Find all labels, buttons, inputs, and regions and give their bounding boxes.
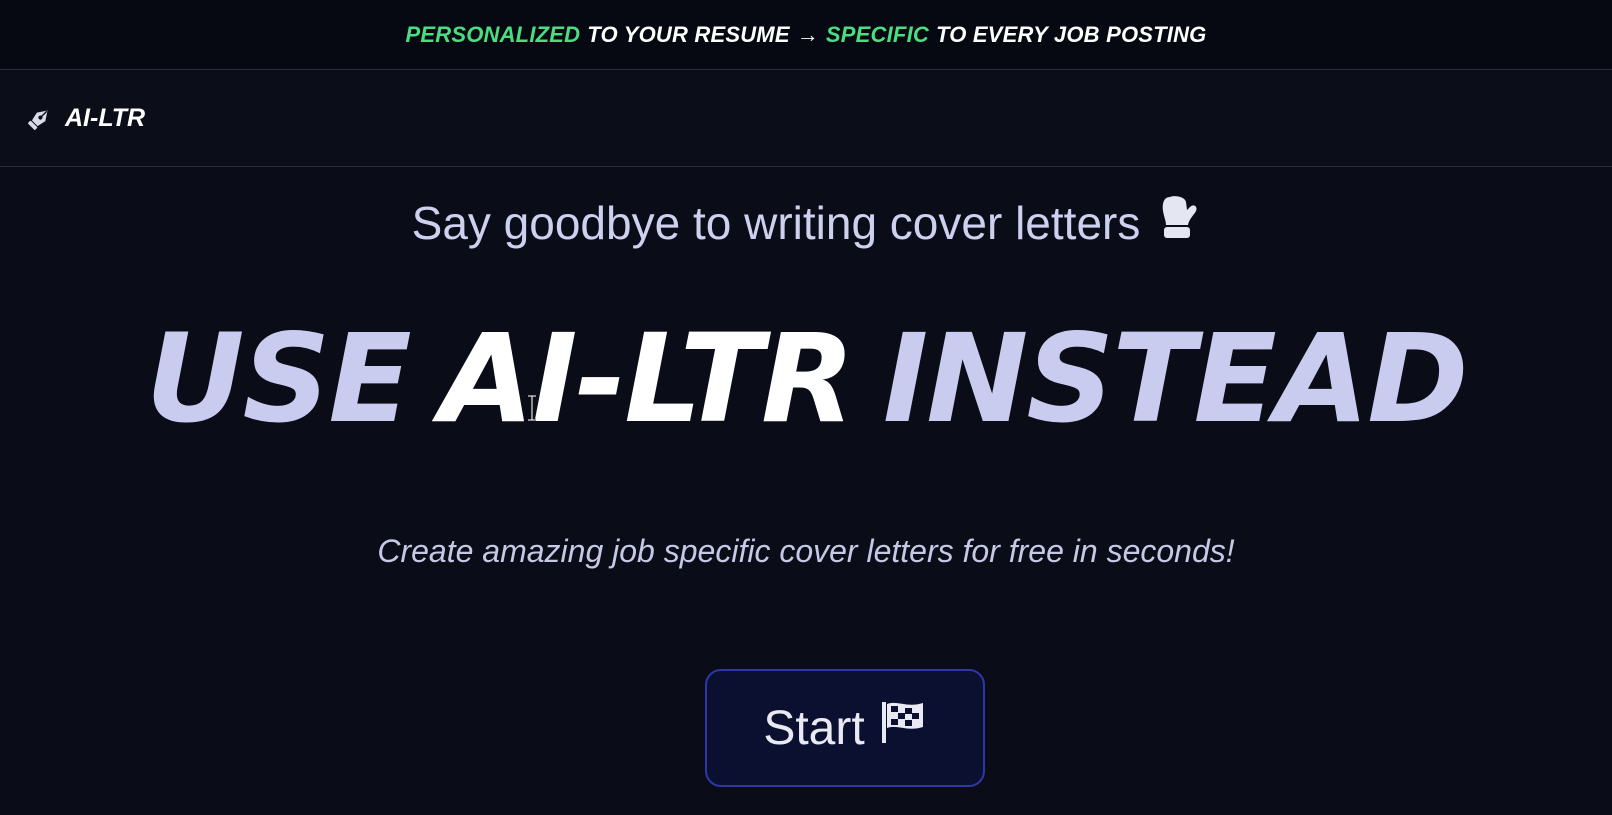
- headline-brand: AI-LTR: [439, 308, 855, 450]
- brand-name: AI-LTR: [65, 104, 146, 132]
- headline-use: USE: [145, 308, 411, 450]
- mitten-icon: [1158, 193, 1200, 252]
- text-cursor-icon: [526, 394, 538, 422]
- banner-highlight-specific: SPECIFIC: [825, 21, 929, 47]
- hero-subheading: Say goodbye to writing cover letters: [0, 196, 1612, 256]
- hero-section: Say goodbye to writing cover letters USE…: [0, 168, 1612, 815]
- top-banner: PERSONALIZED TO YOUR RESUME → SPECIFIC TO EV…: [0, 0, 1612, 70]
- pen-nib-icon: [25, 105, 53, 133]
- banner-text-resume: TO YOUR RESUME: [587, 21, 790, 47]
- start-button-label: Start: [763, 701, 865, 755]
- banner-text-job-posting: TO EVERY JOB POSTING: [935, 21, 1207, 47]
- headline-instead: INSTEAD: [882, 308, 1469, 450]
- banner-highlight-personalized: PERSONALIZED: [405, 21, 581, 47]
- subheading-text: Say goodbye to writing cover letters: [411, 197, 1141, 249]
- start-button[interactable]: Start: [705, 669, 985, 787]
- hero-tagline: Create amazing job specific cover letter…: [377, 533, 1235, 569]
- checkered-flag-icon: [879, 699, 927, 757]
- navbar: AI-LTR: [0, 71, 1612, 167]
- brand-logo-link[interactable]: AI-LTR: [25, 104, 145, 133]
- hero-headline: USE AI-LTR INSTEAD: [0, 318, 1612, 440]
- banner-arrow: →: [796, 21, 819, 47]
